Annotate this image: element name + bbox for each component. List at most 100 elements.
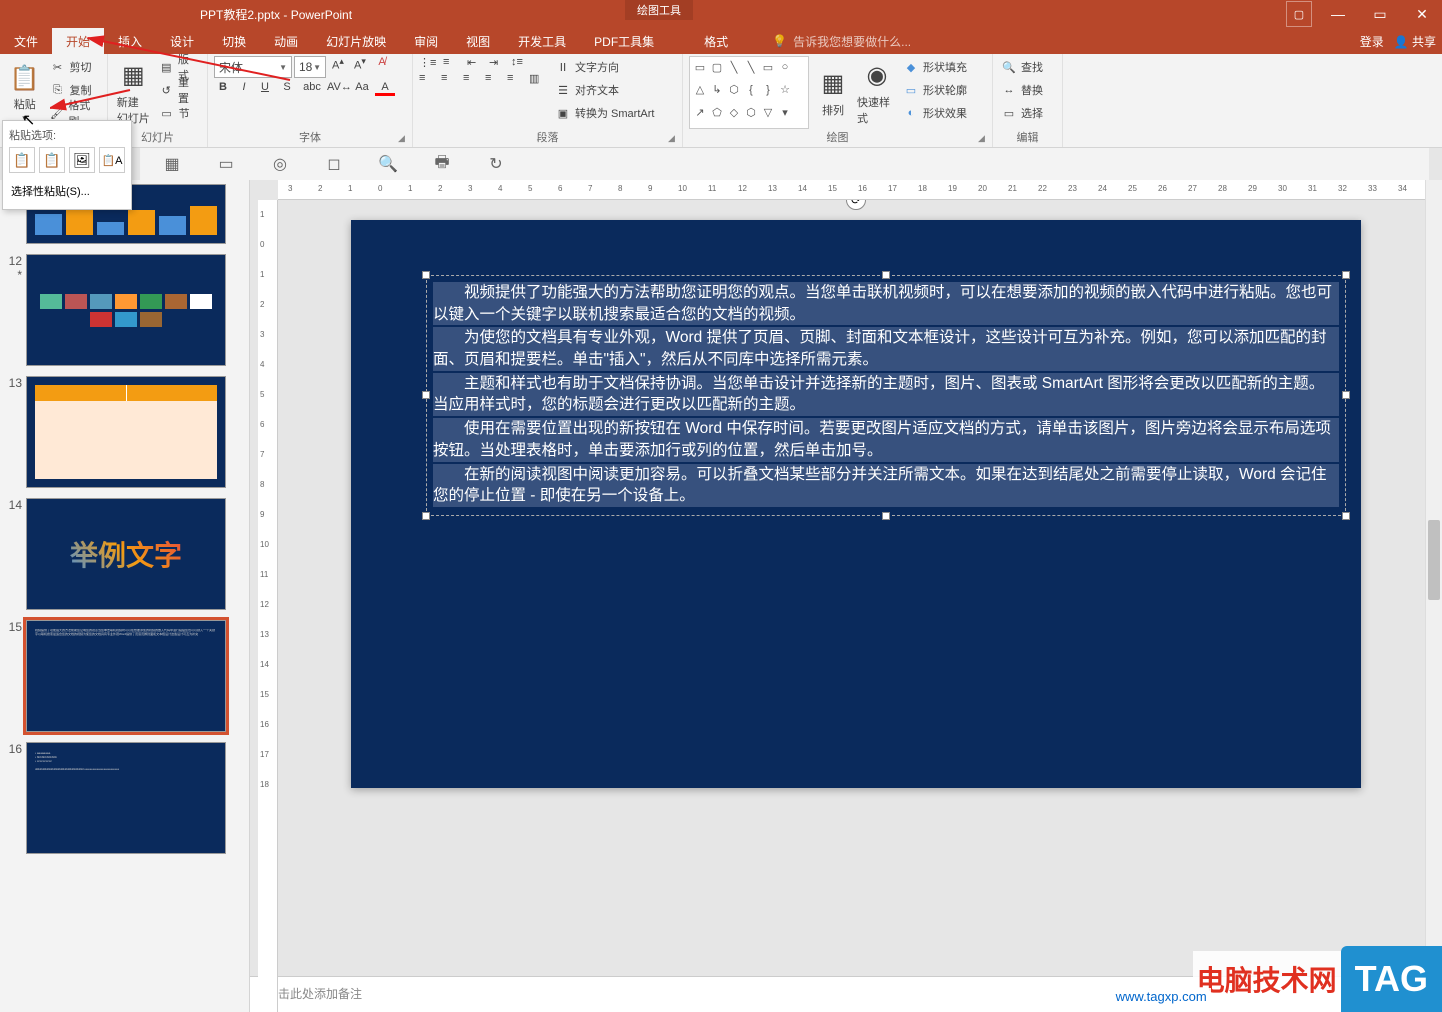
paragraph[interactable]: 为使您的文档具有专业外观，Word 提供了页眉、页脚、封面和文本框设计，这些设计… [433, 327, 1339, 370]
text-direction-button[interactable]: ⅠⅠ文字方向 [553, 56, 656, 78]
tab-insert[interactable]: 插入 [104, 28, 156, 54]
bold-button[interactable]: B [214, 81, 232, 96]
replace-button[interactable]: ↔替换 [999, 79, 1045, 101]
slide-canvas[interactable]: ⟳ 视频提供了功能强大的方法帮助您证明您的观点。当您单击联机视频时，可以在想要添… [351, 220, 1361, 788]
paragraph[interactable]: 在新的阅读视图中阅读更加容易。可以折叠文档某些部分并关注所需文本。如果在达到结尾… [433, 464, 1339, 507]
qat-icon-5[interactable]: 🔍 [376, 152, 400, 176]
resize-handle[interactable] [882, 271, 890, 279]
align-center-button[interactable]: ≡ [441, 72, 461, 85]
shape-outline-button[interactable]: ▭形状轮廓 [901, 79, 969, 101]
align-left-button[interactable]: ≡ [419, 72, 439, 85]
slide-thumb[interactable]: 15 视频提供了功能强大的方法帮助您证明您的观点当您单击联机视频时可以在想要添加… [4, 620, 245, 732]
qat-icon-6[interactable]: 🖶 [430, 152, 454, 176]
paste-option-4[interactable]: 📋A [99, 147, 125, 173]
char-spacing-button[interactable]: AV↔ [327, 81, 349, 96]
find-button[interactable]: 🔍查找 [999, 56, 1045, 78]
vertical-scrollbar[interactable] [1425, 180, 1442, 1012]
resize-handle[interactable] [1342, 512, 1350, 520]
paragraph[interactable]: 使用在需要位置出现的新按钮在 Word 中保存时间。若要更改图片适应文档的方式，… [433, 418, 1339, 461]
tab-file[interactable]: 文件 [0, 28, 52, 54]
paragraph-dialog-launcher[interactable]: ◢ [668, 133, 680, 145]
select-button[interactable]: ▭选择 [999, 102, 1045, 124]
tab-transitions[interactable]: 切换 [208, 28, 260, 54]
qat-icon-1[interactable]: ▦ [160, 152, 184, 176]
increase-indent-button[interactable]: ⇥ [489, 56, 509, 69]
tab-developer[interactable]: 开发工具 [504, 28, 580, 54]
resize-handle[interactable] [1342, 271, 1350, 279]
scissors-icon: ✂ [50, 59, 66, 75]
columns-button[interactable]: ▥ [529, 72, 549, 85]
font-size-combo[interactable]: 18▼ [294, 56, 326, 78]
new-slide-button[interactable]: ▦ 新建 幻灯片 [114, 56, 153, 129]
slide-thumb[interactable]: 16 • aaaaaaaa• bbbbbbbbbbbb• cccccccccc … [4, 742, 245, 854]
paste-option-3[interactable]: 🖼 [69, 147, 95, 173]
numbering-button[interactable]: ≡ [443, 56, 465, 69]
drawing-dialog-launcher[interactable]: ◢ [978, 133, 990, 145]
increase-font-icon[interactable]: A▴ [328, 56, 348, 78]
distributed-button[interactable]: ≡ [507, 72, 527, 85]
paragraph[interactable]: 视频提供了功能强大的方法帮助您证明您的观点。当您单击联机视频时，可以在想要添加的… [433, 282, 1339, 325]
paste-option-1[interactable]: 📋 [9, 147, 35, 173]
minimize-button[interactable]: — [1318, 0, 1358, 28]
italic-button[interactable]: I [235, 81, 253, 96]
tell-me-search[interactable]: 💡 告诉我您想要做什么... [772, 33, 911, 50]
login-link[interactable]: 登录 [1360, 33, 1384, 50]
resize-handle[interactable] [422, 512, 430, 520]
maximize-button[interactable]: ▭ [1360, 0, 1400, 28]
justify-button[interactable]: ≡ [485, 72, 505, 85]
quick-styles-icon: ◉ [861, 60, 893, 92]
qat-icon-4[interactable]: ◻ [322, 152, 346, 176]
paste-special-button[interactable]: 选择性粘贴(S)... [9, 179, 125, 203]
slide-thumb[interactable]: 14 举例文字 [4, 498, 245, 610]
clear-format-icon[interactable]: A̸ [372, 56, 392, 78]
arrange-button[interactable]: ▦排列 [813, 56, 853, 129]
tab-home[interactable]: 开始 [52, 28, 104, 54]
paragraph[interactable]: 主题和样式也有助于文档保持协调。当您单击设计并选择新的主题时，图片、图表或 Sm… [433, 373, 1339, 416]
tab-slideshow[interactable]: 幻灯片放映 [312, 28, 400, 54]
decrease-indent-button[interactable]: ⇤ [467, 56, 487, 69]
close-button[interactable]: ✕ [1402, 0, 1442, 28]
shape-fill-button[interactable]: ◆形状填充 [901, 56, 969, 78]
tab-view[interactable]: 视图 [452, 28, 504, 54]
text-box[interactable]: 视频提供了功能强大的方法帮助您证明您的观点。当您单击联机视频时，可以在想要添加的… [426, 275, 1346, 516]
shadow-button[interactable]: abc [300, 81, 324, 96]
shape-effects-button[interactable]: ◐形状效果 [901, 102, 969, 124]
quick-styles-button[interactable]: ◉快速样式 [857, 56, 897, 129]
ribbon-display-options-icon[interactable]: ▢ [1286, 1, 1312, 27]
line-spacing-button[interactable]: ↕≡ [511, 56, 531, 69]
smartart-button[interactable]: ▣转换为 SmartArt [553, 102, 656, 124]
qat-icon-7[interactable]: ↻ [484, 152, 508, 176]
qat-icon-2[interactable]: ▭ [214, 152, 238, 176]
tab-review[interactable]: 审阅 [400, 28, 452, 54]
qat-icon-3[interactable]: ◎ [268, 152, 292, 176]
slide-thumb[interactable]: 13 [4, 376, 245, 488]
tab-pdf[interactable]: PDF工具集 [580, 28, 668, 54]
resize-handle[interactable] [422, 271, 430, 279]
slide-thumb[interactable]: 12* [4, 254, 245, 366]
share-button[interactable]: 👤 共享 [1394, 33, 1436, 50]
font-color-button[interactable]: A [375, 81, 395, 96]
tab-animations[interactable]: 动画 [260, 28, 312, 54]
scrollbar-thumb[interactable] [1428, 520, 1440, 600]
underline-button[interactable]: U [256, 81, 274, 96]
paste-button[interactable]: 📋 粘贴 ▼ [6, 56, 44, 129]
font-name-combo[interactable]: 宋体▼ [214, 56, 292, 78]
section-button[interactable]: ▭节 [157, 102, 201, 124]
align-text-button[interactable]: ☰对齐文本 [553, 79, 656, 101]
tab-format[interactable]: 格式 [690, 28, 742, 54]
decrease-font-icon[interactable]: A▾ [350, 56, 370, 78]
resize-handle[interactable] [422, 391, 430, 399]
resize-handle[interactable] [1342, 391, 1350, 399]
cut-button[interactable]: ✂剪切 [48, 56, 101, 78]
shapes-gallery[interactable]: ▭▢╲╲▭○ △↳⬡{}☆ ↗⬠◇⬡▽▾ [689, 56, 809, 129]
reset-button[interactable]: ↺重置 [157, 79, 201, 101]
bullets-button[interactable]: ⋮≡ [419, 56, 441, 69]
copy-icon: ⎘ [50, 82, 66, 98]
strikethrough-button[interactable]: S [277, 81, 297, 96]
align-right-button[interactable]: ≡ [463, 72, 483, 85]
rotate-handle[interactable]: ⟳ [846, 200, 866, 210]
resize-handle[interactable] [882, 512, 890, 520]
font-dialog-launcher[interactable]: ◢ [398, 133, 410, 145]
paste-option-2[interactable]: 📋 [39, 147, 65, 173]
change-case-button[interactable]: Aa [352, 81, 372, 96]
